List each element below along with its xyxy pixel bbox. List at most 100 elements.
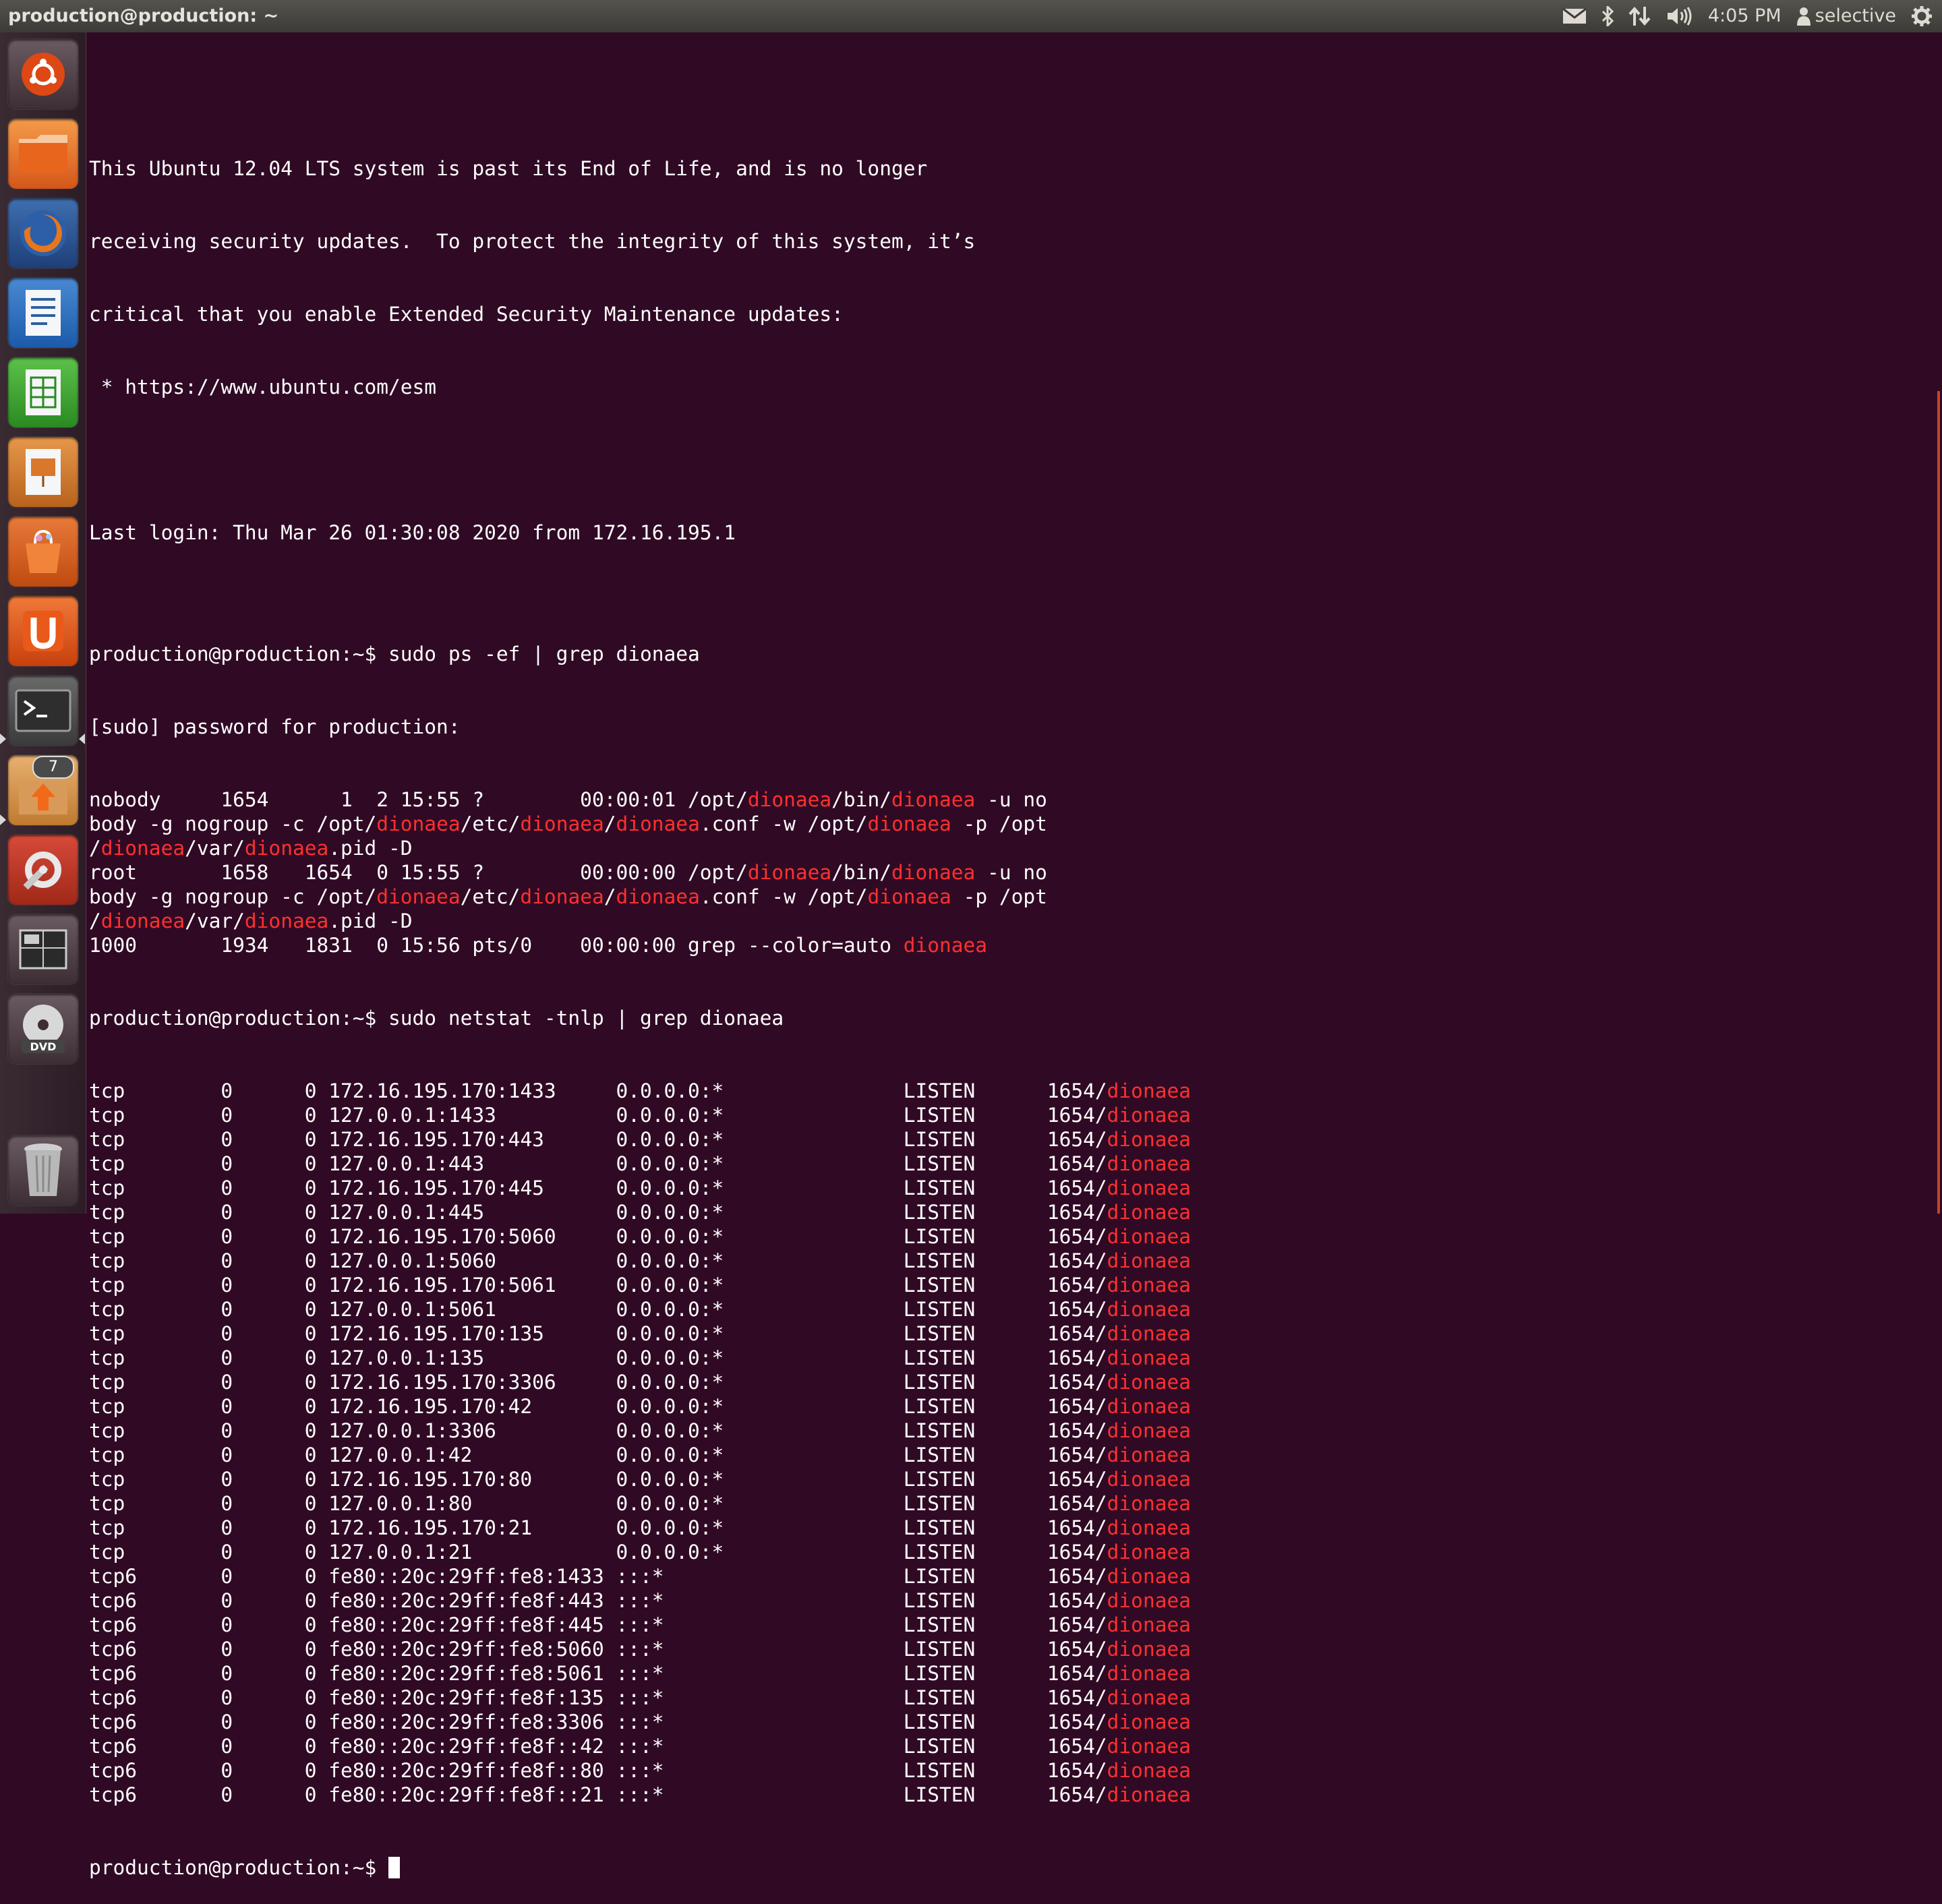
netstat-fields: tcp 0 0 127.0.0.1:80 0.0.0.0:* LISTEN 16… (89, 1492, 1107, 1515)
writer-icon[interactable] (8, 278, 78, 348)
grep-match: dionaea (1107, 1322, 1191, 1345)
grep-match: dionaea (1107, 1201, 1191, 1224)
gear-icon[interactable] (1911, 5, 1933, 27)
netstat-row: tcp 0 0 172.16.195.170:3306 0.0.0.0:* LI… (89, 1370, 1923, 1394)
calc-icon[interactable] (8, 357, 78, 427)
launcher: 7 DVD (0, 32, 86, 1214)
netstat-row: tcp 0 0 172.16.195.170:42 0.0.0.0:* LIST… (89, 1394, 1923, 1419)
netstat-row: tcp 0 0 172.16.195.170:5060 0.0.0.0:* LI… (89, 1224, 1923, 1249)
ubuntu-one-icon[interactable] (8, 596, 78, 666)
sudo-prompt: [sudo] password for production: (89, 715, 461, 738)
indicator-area: 4:05 PM selective (1562, 0, 1933, 32)
grep-match: dionaea (1107, 1492, 1191, 1515)
netstat-row: tcp6 0 0 fe80::20c:29ff:fe8:3306 :::* LI… (89, 1710, 1923, 1734)
netstat-row: tcp6 0 0 fe80::20c:29ff:fe8f::42 :::* LI… (89, 1734, 1923, 1758)
netstat-row: tcp 0 0 127.0.0.1:80 0.0.0.0:* LISTEN 16… (89, 1491, 1923, 1516)
grep-match: dionaea (867, 812, 951, 835)
grep-match: dionaea (520, 885, 604, 908)
output-text: /etc/ (460, 885, 521, 908)
user-menu[interactable]: selective (1796, 0, 1896, 32)
grep-match: dionaea (747, 861, 832, 884)
grep-match: dionaea (1107, 1395, 1191, 1418)
scroll-edge (1937, 391, 1940, 1214)
text-cursor (388, 1857, 401, 1878)
files-icon[interactable] (8, 119, 78, 189)
grep-match: dionaea (1107, 1419, 1191, 1442)
output-text: / (89, 837, 101, 860)
firefox-icon[interactable] (8, 198, 78, 268)
output-text: /bin/ (831, 861, 891, 884)
netstat-fields: tcp 0 0 127.0.0.1:135 0.0.0.0:* LISTEN 1… (89, 1346, 1107, 1369)
netstat-fields: tcp 0 0 172.16.195.170:21 0.0.0.0:* LIST… (89, 1516, 1107, 1539)
netstat-fields: tcp 0 0 172.16.195.170:1433 0.0.0.0:* LI… (89, 1079, 1107, 1102)
grep-match: dionaea (891, 861, 976, 884)
grep-match: dionaea (1107, 1783, 1191, 1806)
netstat-row: tcp 0 0 127.0.0.1:3306 0.0.0.0:* LISTEN … (89, 1419, 1923, 1443)
software-center-icon[interactable] (8, 516, 78, 587)
output-text: / (604, 885, 616, 908)
output-text: -p /opt (951, 885, 1047, 908)
trash-icon[interactable] (8, 1135, 78, 1206)
output-text: nobody 1654 1 2 15:55 ? 00:00:01 /opt/ (89, 788, 748, 811)
grep-match: dionaea (747, 788, 832, 811)
netstat-fields: tcp 0 0 127.0.0.1:1433 0.0.0.0:* LISTEN … (89, 1104, 1107, 1127)
netstat-row: tcp 0 0 172.16.195.170:135 0.0.0.0:* LIS… (89, 1321, 1923, 1346)
motd-line (89, 448, 1923, 472)
command: sudo netstat -tnlp | grep dionaea (388, 1007, 784, 1030)
grep-match: dionaea (1107, 1346, 1191, 1369)
volume-icon[interactable] (1666, 6, 1693, 26)
dvd-icon[interactable]: DVD (8, 994, 78, 1064)
netstat-fields: tcp 0 0 127.0.0.1:42 0.0.0.0:* LISTEN 16… (89, 1444, 1107, 1466)
output-text: .conf -w /opt/ (699, 885, 868, 908)
netstat-fields: tcp 0 0 127.0.0.1:21 0.0.0.0:* LISTEN 16… (89, 1541, 1107, 1564)
grep-match: dionaea (1107, 1177, 1191, 1199)
prompt: production@production:~$ (89, 1856, 389, 1879)
grep-match: dionaea (1107, 1225, 1191, 1248)
netstat-fields: tcp 0 0 172.16.195.170:5060 0.0.0.0:* LI… (89, 1225, 1107, 1248)
clock[interactable]: 4:05 PM (1708, 0, 1782, 32)
netstat-row: tcp6 0 0 fe80::20c:29ff:fe8f:443 :::* LI… (89, 1588, 1923, 1613)
workspace-switcher-icon[interactable] (8, 914, 78, 984)
netstat-row: tcp 0 0 172.16.195.170:443 0.0.0.0:* LIS… (89, 1127, 1923, 1152)
impress-icon[interactable] (8, 437, 78, 507)
motd-line: * https://www.ubuntu.com/esm (89, 376, 437, 398)
terminal-icon[interactable] (8, 676, 78, 746)
grep-match: dionaea (616, 885, 700, 908)
user-name: selective (1815, 5, 1896, 26)
ps-output-line: body -g nogroup -c /opt/dionaea/etc/dion… (89, 812, 1923, 836)
netstat-row: tcp 0 0 172.16.195.170:21 0.0.0.0:* LIST… (89, 1516, 1923, 1540)
ps-output-line: /dionaea/var/dionaea.pid -D (89, 836, 1923, 860)
grep-match: dionaea (1107, 1638, 1191, 1661)
grep-match: dionaea (1107, 1589, 1191, 1612)
grep-match: dionaea (1107, 1298, 1191, 1321)
output-text: -u no (975, 788, 1047, 811)
mail-icon[interactable] (1562, 7, 1587, 25)
netstat-fields: tcp6 0 0 fe80::20c:29ff:fe8:5060 :::* LI… (89, 1638, 1107, 1661)
motd-line: receiving security updates. To protect t… (89, 230, 976, 253)
netstat-row: tcp6 0 0 fe80::20c:29ff:fe8f::80 :::* LI… (89, 1758, 1923, 1783)
grep-match: dionaea (1107, 1516, 1191, 1539)
grep-match: dionaea (903, 934, 988, 957)
active-prompt-line[interactable]: production@production:~$ (89, 1855, 1923, 1880)
grep-match: dionaea (520, 812, 604, 835)
system-settings-icon[interactable] (8, 835, 78, 905)
network-icon[interactable] (1628, 6, 1651, 26)
grep-match: dionaea (1107, 1759, 1191, 1782)
grep-match: dionaea (244, 837, 329, 860)
command-line: production@production:~$ sudo netstat -t… (89, 1006, 1923, 1030)
dash-home-icon[interactable] (8, 39, 78, 109)
grep-match: dionaea (100, 837, 185, 860)
netstat-fields: tcp6 0 0 fe80::20c:29ff:fe8f::21 :::* LI… (89, 1783, 1107, 1806)
output-text: /etc/ (460, 812, 521, 835)
terminal-output[interactable]: This Ubuntu 12.04 LTS system is past its… (89, 59, 1923, 1879)
grep-match: dionaea (1107, 1686, 1191, 1709)
grep-match: dionaea (1107, 1152, 1191, 1175)
output-text: -p /opt (951, 812, 1047, 835)
netstat-row: tcp 0 0 127.0.0.1:135 0.0.0.0:* LISTEN 1… (89, 1346, 1923, 1370)
netstat-row: tcp 0 0 172.16.195.170:5061 0.0.0.0:* LI… (89, 1273, 1923, 1297)
command: sudo ps -ef | grep dionaea (388, 643, 700, 665)
netstat-fields: tcp 0 0 172.16.195.170:42 0.0.0.0:* LIST… (89, 1395, 1107, 1418)
bluetooth-icon[interactable] (1601, 6, 1614, 26)
netstat-row: tcp6 0 0 fe80::20c:29ff:fe8f::21 :::* LI… (89, 1783, 1923, 1807)
netstat-row: tcp 0 0 172.16.195.170:80 0.0.0.0:* LIST… (89, 1467, 1923, 1491)
